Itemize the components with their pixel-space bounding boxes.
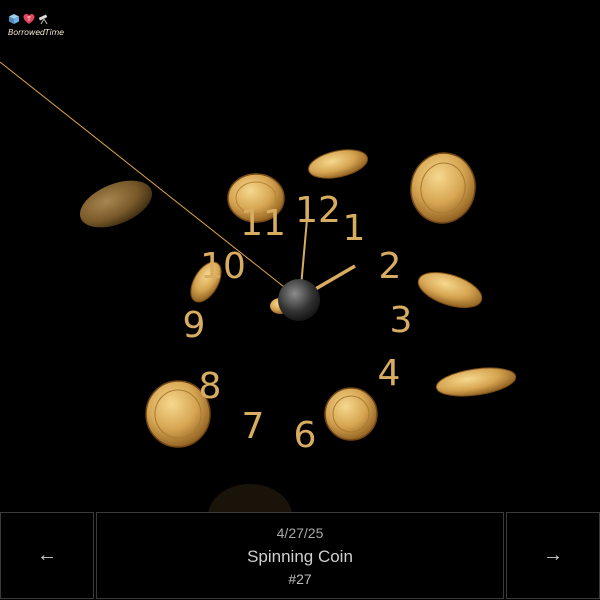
numeral-9: 9 [183, 305, 206, 346]
coin-right-3 [417, 271, 483, 309]
coin-left-tilted [79, 180, 153, 228]
numeral-8: 8 [199, 366, 222, 407]
info-panel: 4/27/25 Spinning Coin #27 [96, 512, 504, 599]
footer-bar: ← 4/27/25 Spinning Coin #27 → [0, 512, 600, 600]
next-button[interactable]: → [506, 512, 600, 599]
coin-bottom-6 [324, 387, 378, 441]
numeral-6: 6 [294, 415, 317, 456]
info-number: #27 [288, 571, 312, 587]
info-title: Spinning Coin [247, 547, 353, 566]
numeral-11: 11 [240, 203, 286, 244]
prev-button[interactable]: ← [0, 512, 94, 599]
coin-faint [208, 484, 292, 512]
info-date: 4/27/25 [276, 525, 324, 541]
coin-right-4 [435, 367, 517, 397]
numeral-4: 4 [378, 353, 401, 394]
numeral-2: 2 [379, 246, 402, 287]
numeral-1: 1 [343, 208, 366, 249]
coin-top-right [410, 152, 476, 224]
numeral-7: 7 [242, 406, 265, 447]
coin-top-12 [308, 149, 368, 179]
numeral-12: 12 [295, 190, 341, 231]
clock-stage: BorrowedTime 12 1 2 3 4 6 7 8 9 10 11 ← … [0, 0, 600, 600]
clock-face: 12 1 2 3 4 6 7 8 9 10 11 [0, 61, 517, 512]
clock-center-cap [278, 279, 320, 321]
numeral-3: 3 [390, 300, 413, 341]
numeral-10: 10 [200, 246, 246, 287]
